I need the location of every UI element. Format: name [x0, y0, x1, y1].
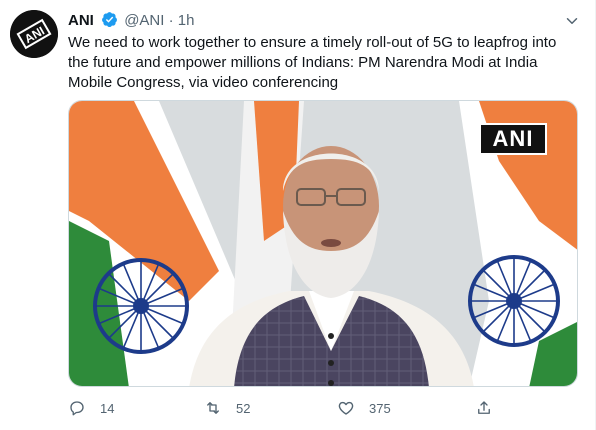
tweet-actions: 14 52 375 [68, 396, 508, 420]
heart-icon [338, 401, 354, 415]
tweet-text: We need to work together to ensure a tim… [68, 34, 557, 91]
reply-button[interactable]: 14 [68, 396, 114, 420]
retweet-icon [207, 402, 219, 414]
author-avatar[interactable]: ANI [10, 10, 58, 58]
tweet-card[interactable]: ANI ANI @ANI · 1h We need to work togeth… [0, 0, 596, 430]
media-watermark: ANI [479, 123, 547, 155]
retweet-button[interactable]: 52 [204, 396, 250, 420]
tweet-time[interactable]: 1h [178, 12, 195, 29]
retweet-count: 52 [236, 400, 251, 416]
like-button[interactable]: 375 [337, 396, 391, 420]
verified-badge-icon [102, 12, 117, 28]
author-name[interactable]: ANI [68, 12, 94, 29]
like-count: 375 [369, 400, 391, 416]
share-button[interactable] [475, 396, 507, 420]
share-icon [478, 401, 490, 414]
tweet-header: ANI @ANI · 1h [68, 11, 583, 31]
reply-count: 14 [100, 400, 115, 416]
author-handle[interactable]: @ANI [124, 12, 164, 29]
chevron-down-icon[interactable] [563, 12, 581, 30]
ani-logo-icon: ANI [10, 10, 58, 58]
reply-icon [70, 401, 84, 416]
tweet-media-image[interactable]: ANI [68, 100, 578, 387]
meta-separator: · [168, 12, 174, 29]
